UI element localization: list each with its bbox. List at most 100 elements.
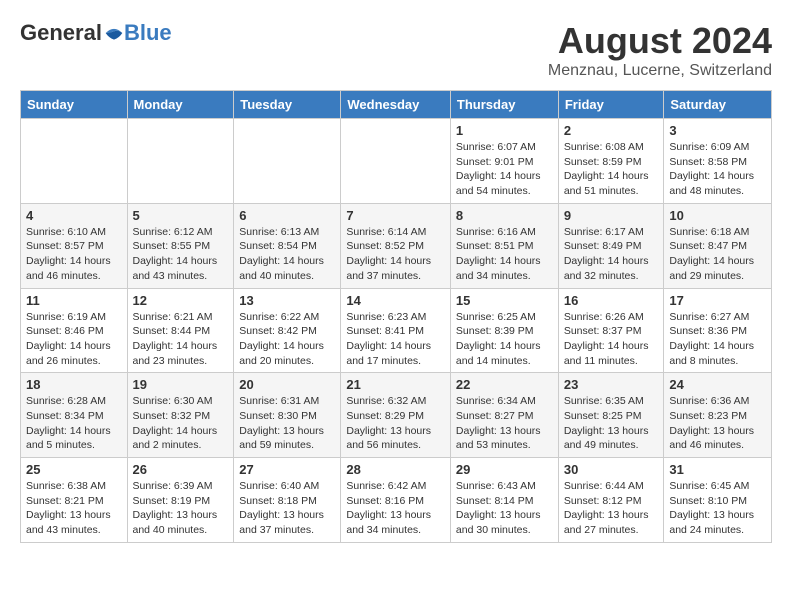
day-info: Sunrise: 6:38 AM Sunset: 8:21 PM Dayligh… bbox=[26, 479, 122, 538]
day-number: 4 bbox=[26, 208, 122, 223]
logo-icon bbox=[104, 23, 124, 43]
weekday-header-tuesday: Tuesday bbox=[234, 91, 341, 119]
calendar-week-row: 4 Sunrise: 6:10 AM Sunset: 8:57 PM Daylig… bbox=[21, 203, 772, 288]
day-number: 20 bbox=[239, 377, 335, 392]
calendar-cell: 10 Sunrise: 6:18 AM Sunset: 8:47 PM Dayli… bbox=[664, 203, 772, 288]
day-info: Sunrise: 6:22 AM Sunset: 8:42 PM Dayligh… bbox=[239, 310, 335, 369]
calendar-cell bbox=[21, 119, 128, 204]
calendar-cell: 27 Sunrise: 6:40 AM Sunset: 8:18 PM Dayli… bbox=[234, 458, 341, 543]
day-number: 15 bbox=[456, 293, 553, 308]
calendar-week-row: 11 Sunrise: 6:19 AM Sunset: 8:46 PM Dayli… bbox=[21, 288, 772, 373]
day-info: Sunrise: 6:13 AM Sunset: 8:54 PM Dayligh… bbox=[239, 225, 335, 284]
calendar-cell: 30Sunrise: 6:44 AM Sunset: 8:12 PM Dayli… bbox=[558, 458, 664, 543]
calendar-cell: 18 Sunrise: 6:28 AM Sunset: 8:34 PM Dayli… bbox=[21, 373, 128, 458]
calendar-cell bbox=[127, 119, 234, 204]
day-info: Sunrise: 6:10 AM Sunset: 8:57 PM Dayligh… bbox=[26, 225, 122, 284]
calendar-cell: 23 Sunrise: 6:35 AM Sunset: 8:25 PM Dayli… bbox=[558, 373, 664, 458]
calendar-table: SundayMondayTuesdayWednesdayThursdayFrid… bbox=[20, 90, 772, 543]
weekday-header-wednesday: Wednesday bbox=[341, 91, 451, 119]
calendar-cell: 24 Sunrise: 6:36 AM Sunset: 8:23 PM Dayli… bbox=[664, 373, 772, 458]
month-title: August 2024 bbox=[548, 20, 772, 62]
logo-blue-text: Blue bbox=[124, 20, 172, 46]
day-number: 25 bbox=[26, 462, 122, 477]
calendar-cell: 7 Sunrise: 6:14 AM Sunset: 8:52 PM Daylig… bbox=[341, 203, 451, 288]
calendar-week-row: 25 Sunrise: 6:38 AM Sunset: 8:21 PM Dayli… bbox=[21, 458, 772, 543]
calendar-cell: 19 Sunrise: 6:30 AM Sunset: 8:32 PM Dayli… bbox=[127, 373, 234, 458]
weekday-header-friday: Friday bbox=[558, 91, 664, 119]
calendar-cell: 31 Sunrise: 6:45 AM Sunset: 8:10 PM Dayli… bbox=[664, 458, 772, 543]
day-info: Sunrise: 6:40 AM Sunset: 8:18 PM Dayligh… bbox=[239, 479, 335, 538]
day-number: 5 bbox=[133, 208, 229, 223]
day-info: Sunrise: 6:21 AM Sunset: 8:44 PM Dayligh… bbox=[133, 310, 229, 369]
day-number: 27 bbox=[239, 462, 335, 477]
day-info: Sunrise: 6:28 AM Sunset: 8:34 PM Dayligh… bbox=[26, 394, 122, 453]
day-info: Sunrise: 6:23 AM Sunset: 8:41 PM Dayligh… bbox=[346, 310, 445, 369]
calendar-cell: 13 Sunrise: 6:22 AM Sunset: 8:42 PM Dayli… bbox=[234, 288, 341, 373]
day-info: Sunrise: 6:39 AM Sunset: 8:19 PM Dayligh… bbox=[133, 479, 229, 538]
day-info: Sunrise: 6:07 AM Sunset: 9:01 PM Dayligh… bbox=[456, 140, 553, 199]
calendar-cell: 14Sunrise: 6:23 AM Sunset: 8:41 PM Dayli… bbox=[341, 288, 451, 373]
calendar-cell: 25 Sunrise: 6:38 AM Sunset: 8:21 PM Dayli… bbox=[21, 458, 128, 543]
calendar-cell: 2 Sunrise: 6:08 AM Sunset: 8:59 PM Daylig… bbox=[558, 119, 664, 204]
day-number: 23 bbox=[564, 377, 659, 392]
weekday-header-monday: Monday bbox=[127, 91, 234, 119]
day-info: Sunrise: 6:17 AM Sunset: 8:49 PM Dayligh… bbox=[564, 225, 659, 284]
day-info: Sunrise: 6:08 AM Sunset: 8:59 PM Dayligh… bbox=[564, 140, 659, 199]
calendar-cell: 3Sunrise: 6:09 AM Sunset: 8:58 PM Daylig… bbox=[664, 119, 772, 204]
day-number: 10 bbox=[669, 208, 766, 223]
day-info: Sunrise: 6:19 AM Sunset: 8:46 PM Dayligh… bbox=[26, 310, 122, 369]
day-info: Sunrise: 6:30 AM Sunset: 8:32 PM Dayligh… bbox=[133, 394, 229, 453]
calendar-cell bbox=[234, 119, 341, 204]
day-number: 6 bbox=[239, 208, 335, 223]
calendar-cell: 16Sunrise: 6:26 AM Sunset: 8:37 PM Dayli… bbox=[558, 288, 664, 373]
day-info: Sunrise: 6:35 AM Sunset: 8:25 PM Dayligh… bbox=[564, 394, 659, 453]
day-number: 22 bbox=[456, 377, 553, 392]
day-number: 17 bbox=[669, 293, 766, 308]
day-number: 9 bbox=[564, 208, 659, 223]
day-info: Sunrise: 6:27 AM Sunset: 8:36 PM Dayligh… bbox=[669, 310, 766, 369]
weekday-header-thursday: Thursday bbox=[450, 91, 558, 119]
logo-general-text: General bbox=[20, 20, 102, 46]
day-number: 24 bbox=[669, 377, 766, 392]
day-number: 16 bbox=[564, 293, 659, 308]
day-number: 21 bbox=[346, 377, 445, 392]
day-info: Sunrise: 6:18 AM Sunset: 8:47 PM Dayligh… bbox=[669, 225, 766, 284]
calendar-cell: 12Sunrise: 6:21 AM Sunset: 8:44 PM Dayli… bbox=[127, 288, 234, 373]
day-info: Sunrise: 6:14 AM Sunset: 8:52 PM Dayligh… bbox=[346, 225, 445, 284]
calendar-cell: 1 Sunrise: 6:07 AM Sunset: 9:01 PM Daylig… bbox=[450, 119, 558, 204]
calendar-cell: 6 Sunrise: 6:13 AM Sunset: 8:54 PM Daylig… bbox=[234, 203, 341, 288]
day-number: 8 bbox=[456, 208, 553, 223]
calendar-cell: 22 Sunrise: 6:34 AM Sunset: 8:27 PM Dayli… bbox=[450, 373, 558, 458]
calendar-cell: 29Sunrise: 6:43 AM Sunset: 8:14 PM Dayli… bbox=[450, 458, 558, 543]
calendar-cell: 17 Sunrise: 6:27 AM Sunset: 8:36 PM Dayli… bbox=[664, 288, 772, 373]
calendar-cell: 4 Sunrise: 6:10 AM Sunset: 8:57 PM Daylig… bbox=[21, 203, 128, 288]
calendar-week-row: 1 Sunrise: 6:07 AM Sunset: 9:01 PM Daylig… bbox=[21, 119, 772, 204]
day-info: Sunrise: 6:16 AM Sunset: 8:51 PM Dayligh… bbox=[456, 225, 553, 284]
day-info: Sunrise: 6:36 AM Sunset: 8:23 PM Dayligh… bbox=[669, 394, 766, 453]
day-number: 1 bbox=[456, 123, 553, 138]
day-number: 13 bbox=[239, 293, 335, 308]
calendar-cell: 28Sunrise: 6:42 AM Sunset: 8:16 PM Dayli… bbox=[341, 458, 451, 543]
day-info: Sunrise: 6:43 AM Sunset: 8:14 PM Dayligh… bbox=[456, 479, 553, 538]
day-number: 31 bbox=[669, 462, 766, 477]
day-info: Sunrise: 6:42 AM Sunset: 8:16 PM Dayligh… bbox=[346, 479, 445, 538]
day-info: Sunrise: 6:34 AM Sunset: 8:27 PM Dayligh… bbox=[456, 394, 553, 453]
calendar-week-row: 18 Sunrise: 6:28 AM Sunset: 8:34 PM Dayli… bbox=[21, 373, 772, 458]
day-number: 19 bbox=[133, 377, 229, 392]
day-info: Sunrise: 6:45 AM Sunset: 8:10 PM Dayligh… bbox=[669, 479, 766, 538]
day-number: 2 bbox=[564, 123, 659, 138]
title-area: August 2024 Menznau, Lucerne, Switzerlan… bbox=[548, 20, 772, 80]
day-info: Sunrise: 6:12 AM Sunset: 8:55 PM Dayligh… bbox=[133, 225, 229, 284]
calendar-cell: 11 Sunrise: 6:19 AM Sunset: 8:46 PM Dayli… bbox=[21, 288, 128, 373]
day-number: 11 bbox=[26, 293, 122, 308]
day-number: 3 bbox=[669, 123, 766, 138]
day-info: Sunrise: 6:31 AM Sunset: 8:30 PM Dayligh… bbox=[239, 394, 335, 453]
calendar-cell: 21Sunrise: 6:32 AM Sunset: 8:29 PM Dayli… bbox=[341, 373, 451, 458]
weekday-header-saturday: Saturday bbox=[664, 91, 772, 119]
calendar-cell: 15Sunrise: 6:25 AM Sunset: 8:39 PM Dayli… bbox=[450, 288, 558, 373]
day-number: 7 bbox=[346, 208, 445, 223]
day-number: 18 bbox=[26, 377, 122, 392]
header: General Blue August 2024 Menznau, Lucern… bbox=[20, 20, 772, 80]
calendar-cell: 20 Sunrise: 6:31 AM Sunset: 8:30 PM Dayli… bbox=[234, 373, 341, 458]
logo: General Blue bbox=[20, 20, 172, 46]
